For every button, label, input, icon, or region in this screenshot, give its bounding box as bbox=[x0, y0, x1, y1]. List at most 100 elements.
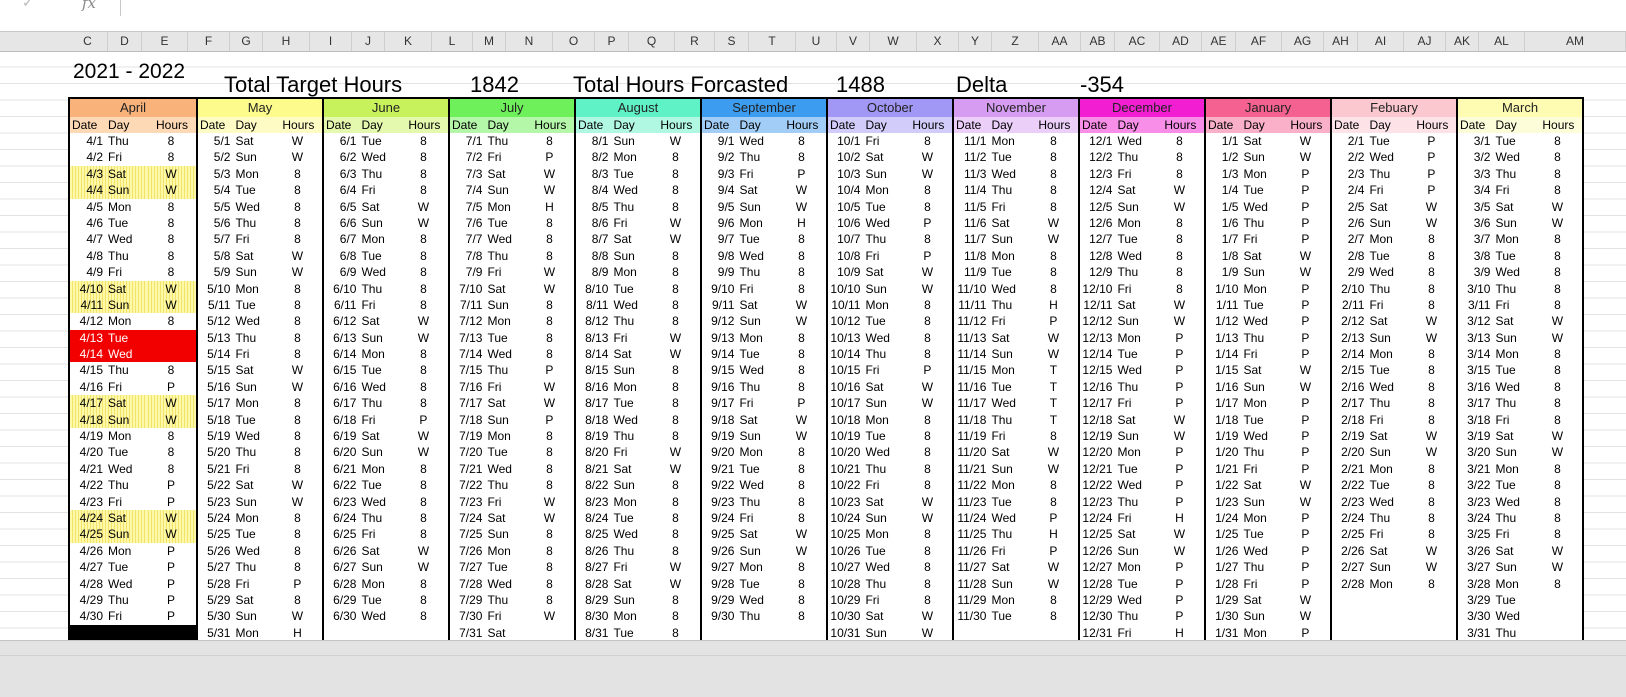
day-row[interactable]: 5/13 Thu 8 bbox=[198, 330, 322, 346]
hours-cell[interactable]: T bbox=[1029, 412, 1078, 428]
day-cell[interactable]: Fri bbox=[106, 379, 146, 395]
day-cell[interactable]: Sat bbox=[233, 362, 272, 378]
date-cell[interactable]: 3/16 bbox=[1458, 379, 1493, 395]
day-cell[interactable]: Fri bbox=[233, 231, 272, 247]
day-cell[interactable]: Sat bbox=[611, 461, 650, 477]
day-row[interactable]: 12/14 Tue P bbox=[1080, 346, 1204, 362]
hours-cell[interactable]: W bbox=[1155, 199, 1204, 215]
day-cell[interactable]: Thu bbox=[1367, 281, 1406, 297]
day-cell[interactable]: Sun bbox=[989, 461, 1028, 477]
day-row[interactable]: 10/20 Wed 8 bbox=[828, 444, 952, 460]
day-cell[interactable]: Wed bbox=[863, 444, 902, 460]
day-cell[interactable]: Fri bbox=[485, 264, 524, 280]
date-cell[interactable]: 12/30 bbox=[1080, 608, 1115, 624]
date-cell[interactable]: 9/15 bbox=[702, 362, 737, 378]
date-cell[interactable]: 7/26 bbox=[450, 543, 485, 559]
hours-cell[interactable]: P bbox=[1029, 510, 1078, 526]
hours-cell[interactable]: H bbox=[525, 199, 574, 215]
hours-cell[interactable]: W bbox=[777, 428, 826, 444]
hours-cell[interactable]: 8 bbox=[399, 231, 448, 247]
day-cell[interactable]: Thu bbox=[233, 215, 272, 231]
day-cell[interactable]: Fri bbox=[106, 608, 146, 624]
date-cell[interactable]: 2/25 bbox=[1332, 526, 1367, 542]
day-cell[interactable]: Sat bbox=[989, 559, 1028, 575]
day-row[interactable]: 5/4 Tue 8 bbox=[198, 182, 322, 198]
hours-cell[interactable]: H bbox=[1029, 297, 1078, 313]
day-cell[interactable]: Wed bbox=[989, 281, 1028, 297]
hours-cell[interactable]: 8 bbox=[146, 149, 196, 165]
date-cell[interactable]: 12/12 bbox=[1080, 313, 1115, 329]
hours-cell[interactable]: P bbox=[146, 592, 196, 608]
date-cell[interactable]: 1/5 bbox=[1206, 199, 1241, 215]
hours-cell[interactable]: 8 bbox=[273, 395, 322, 411]
date-cell[interactable]: 8/9 bbox=[576, 264, 611, 280]
hours-cell[interactable]: P bbox=[146, 477, 196, 493]
hours-cell[interactable]: 8 bbox=[651, 526, 700, 542]
day-cell[interactable]: Tue bbox=[611, 510, 650, 526]
date-cell[interactable]: 8/22 bbox=[576, 477, 611, 493]
day-row[interactable]: 5/27 Thu 8 bbox=[198, 559, 322, 575]
day-cell[interactable]: Wed bbox=[359, 608, 398, 624]
date-cell[interactable]: 11/26 bbox=[954, 543, 989, 559]
hours-cell[interactable]: 8 bbox=[777, 231, 826, 247]
day-row[interactable]: 4/2 Fri 8 bbox=[70, 149, 196, 165]
date-cell[interactable]: 10/30 bbox=[828, 608, 863, 624]
hours-cell[interactable]: 8 bbox=[525, 313, 574, 329]
date-cell[interactable]: 10/5 bbox=[828, 199, 863, 215]
hours-cell[interactable]: 8 bbox=[1029, 149, 1078, 165]
hours-cell[interactable]: 8 bbox=[1533, 412, 1582, 428]
day-cell[interactable]: Fri bbox=[863, 133, 902, 149]
date-cell[interactable]: 7/22 bbox=[450, 477, 485, 493]
day-row[interactable]: 5/9 Sun W bbox=[198, 264, 322, 280]
day-row[interactable]: 4/1 Thu 8 bbox=[70, 133, 196, 149]
hours-cell[interactable]: 8 bbox=[903, 477, 952, 493]
date-cell[interactable]: 2/20 bbox=[1332, 444, 1367, 460]
column-header[interactable]: AI bbox=[1358, 32, 1404, 51]
date-cell[interactable]: 6/4 bbox=[324, 182, 359, 198]
day-cell[interactable]: Sat bbox=[1241, 477, 1280, 493]
date-cell[interactable]: 5/1 bbox=[198, 133, 233, 149]
day-cell[interactable]: Thu bbox=[737, 608, 776, 624]
hours-cell[interactable]: P bbox=[1155, 477, 1204, 493]
hours-cell[interactable]: W bbox=[1281, 494, 1330, 510]
date-cell[interactable]: 2/13 bbox=[1332, 330, 1367, 346]
day-row[interactable]: 12/21 Tue P bbox=[1080, 461, 1204, 477]
hours-cell[interactable]: W bbox=[903, 166, 952, 182]
day-row[interactable]: 10/31 Sun W bbox=[828, 625, 952, 641]
day-row[interactable]: 10/25 Mon 8 bbox=[828, 526, 952, 542]
day-cell[interactable]: Sat bbox=[863, 264, 902, 280]
date-cell[interactable]: 3/12 bbox=[1458, 313, 1493, 329]
day-cell[interactable]: Sun bbox=[1115, 313, 1154, 329]
day-row[interactable]: 9/17 Fri P bbox=[702, 395, 826, 411]
day-cell[interactable]: Wed bbox=[359, 494, 398, 510]
date-cell[interactable]: 9/16 bbox=[702, 379, 737, 395]
hours-cell[interactable]: W bbox=[1533, 199, 1582, 215]
hours-cell[interactable]: 8 bbox=[146, 264, 196, 280]
day-cell[interactable]: Wed bbox=[1493, 149, 1532, 165]
day-cell[interactable]: Tue bbox=[1241, 412, 1280, 428]
column-header[interactable]: D bbox=[108, 32, 142, 51]
hours-cell[interactable]: 8 bbox=[1407, 461, 1456, 477]
hours-cell[interactable]: 8 bbox=[146, 199, 196, 215]
date-cell[interactable]: 7/1 bbox=[450, 133, 485, 149]
day-row[interactable]: 4/20 Tue 8 bbox=[70, 444, 196, 460]
day-cell[interactable]: Sat bbox=[737, 297, 776, 313]
day-row[interactable]: 7/24 Sat W bbox=[450, 510, 574, 526]
day-cell[interactable]: Thu bbox=[737, 149, 776, 165]
day-cell[interactable]: Thu bbox=[1493, 510, 1532, 526]
hours-cell[interactable]: P bbox=[1281, 428, 1330, 444]
date-cell[interactable]: 7/17 bbox=[450, 395, 485, 411]
date-cell[interactable]: 1/14 bbox=[1206, 346, 1241, 362]
hours-cell[interactable]: W bbox=[1533, 444, 1582, 460]
day-row[interactable]: 12/27 Mon P bbox=[1080, 559, 1204, 575]
date-cell[interactable]: 5/19 bbox=[198, 428, 233, 444]
date-cell[interactable]: 7/28 bbox=[450, 576, 485, 592]
date-cell[interactable]: 3/20 bbox=[1458, 444, 1493, 460]
day-cell[interactable]: Sat bbox=[611, 346, 650, 362]
date-cell[interactable]: 11/18 bbox=[954, 412, 989, 428]
date-cell[interactable]: 10/16 bbox=[828, 379, 863, 395]
day-cell[interactable]: Mon bbox=[106, 543, 146, 559]
day-row[interactable]: 8/14 Sat W bbox=[576, 346, 700, 362]
date-cell[interactable]: 1/6 bbox=[1206, 215, 1241, 231]
date-cell[interactable]: 1/21 bbox=[1206, 461, 1241, 477]
